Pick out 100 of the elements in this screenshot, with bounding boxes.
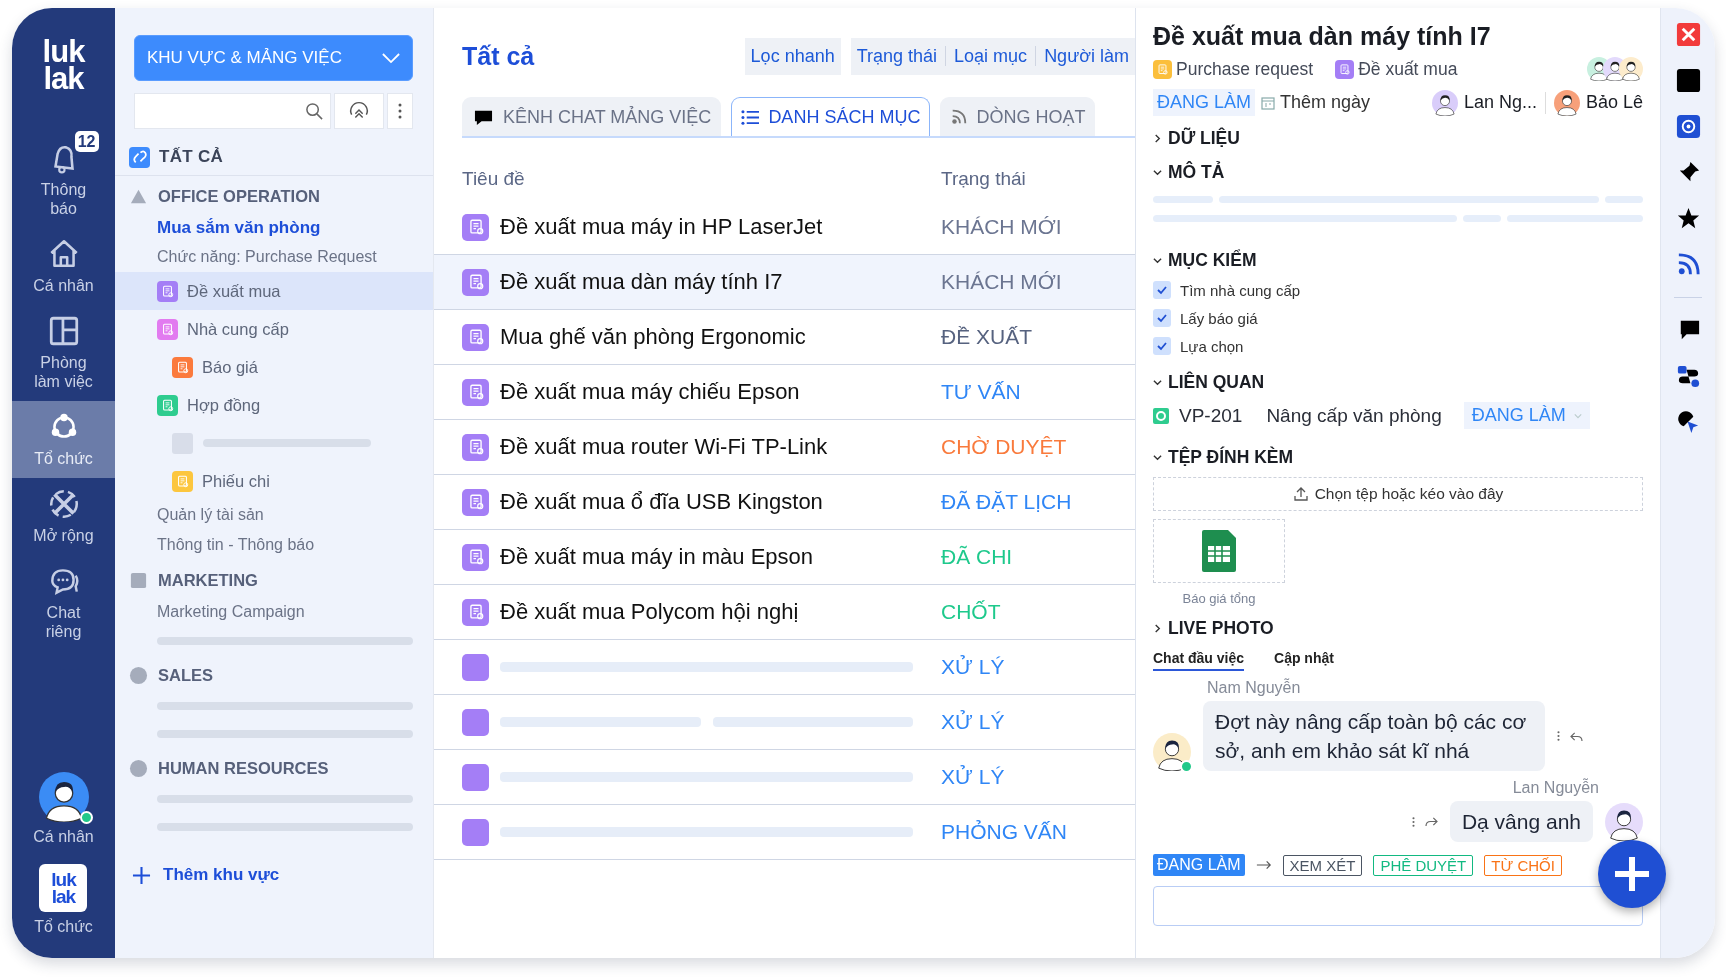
- sidebar-item[interactable]: Nhà cung cấp: [115, 310, 433, 348]
- detail-title: Đề xuất mua dàn máy tính I7: [1153, 22, 1492, 51]
- row-title: Đề xuất mua dàn máy tính I7: [499, 269, 784, 295]
- assignee-chip[interactable]: Bảo Lê: [1553, 89, 1643, 116]
- status-text: CHỜ DUYỆT: [940, 435, 1068, 459]
- spreadsheet-icon: [1202, 530, 1236, 572]
- sidebar-link[interactable]: Thông tin - Thông báo: [115, 530, 413, 560]
- forward-icon[interactable]: [1424, 816, 1438, 827]
- section-header[interactable]: MÔ TẢ: [1153, 160, 1643, 184]
- sidebar-item[interactable]: Phiếu chi: [115, 462, 433, 500]
- checklist-label: Tìm nhà cung cấp: [1180, 281, 1301, 299]
- tab[interactable]: DÒNG HOẠT: [940, 97, 1096, 136]
- chevron-icon: [1153, 623, 1162, 633]
- type-tag[interactable]: Purchase request: [1153, 58, 1314, 80]
- section-header[interactable]: TỆP ĐÍNH KÈM: [1153, 445, 1643, 469]
- filter-option[interactable]: Loại mục: [954, 45, 1028, 67]
- table-row[interactable]: XỬ LÝ: [434, 640, 1135, 695]
- table-row[interactable]: XỬ LÝ: [434, 695, 1135, 750]
- item-name[interactable]: Nâng cấp văn phòng: [1266, 404, 1442, 427]
- calendar-icon: [1261, 95, 1276, 110]
- section-header[interactable]: DỮ LIỆU: [1153, 126, 1643, 150]
- search-icon: [305, 101, 324, 121]
- status-text: TƯ VẤN: [940, 380, 1022, 404]
- sidebar-item[interactable]: Hợp đồng: [115, 386, 433, 424]
- more-icon[interactable]: [1411, 815, 1415, 828]
- status-text: PHỎNG VẤN: [940, 820, 1069, 844]
- type-tag[interactable]: Đề xuất mua: [1335, 58, 1458, 80]
- chevron-icon: [1153, 255, 1162, 265]
- more-icon[interactable]: [1557, 730, 1560, 742]
- group-header[interactable]: HUMAN RESOURCES: [115, 752, 413, 785]
- nav-item[interactable]: Chat riêng: [12, 555, 115, 651]
- assignee-chip[interactable]: Lan Ng...: [1431, 89, 1537, 116]
- status-text: XỬ LÝ: [940, 710, 1006, 734]
- avatar: [1553, 89, 1580, 116]
- tab[interactable]: DANH SÁCH MỤC: [731, 97, 931, 136]
- chat-tab[interactable]: Cập nhật: [1274, 650, 1334, 671]
- message-input[interactable]: [1153, 886, 1643, 926]
- tab[interactable]: KÊNH CHAT MẢNG VIỆC: [462, 97, 722, 136]
- table-row[interactable]: Đề xuất mua máy in màu Epson ĐÃ CHI: [434, 530, 1135, 585]
- row-title: Đề xuất mua Polycom hội nghị: [499, 599, 800, 625]
- project-link[interactable]: Mua sắm văn phòng: [115, 213, 413, 242]
- check-icon: [1156, 312, 1168, 324]
- checkbox[interactable]: [1153, 309, 1171, 327]
- group-header[interactable]: MARKETING: [115, 564, 413, 597]
- status-text: ĐÃ CHI: [940, 545, 1014, 569]
- nav-item[interactable]: 12 Thông báo: [12, 132, 115, 228]
- nav-item[interactable]: Mở rộng: [12, 478, 115, 555]
- all-item[interactable]: TẤT CẢ: [115, 139, 433, 176]
- section-header[interactable]: LIVE PHOTO: [1153, 616, 1643, 640]
- close-icon[interactable]: [1674, 21, 1702, 48]
- table-row[interactable]: XỬ LÝ: [434, 750, 1135, 805]
- nav-item[interactable]: Cá nhân: [12, 228, 115, 305]
- date-button[interactable]: Thêm ngày: [1261, 92, 1371, 113]
- table-row[interactable]: Đề xuất mua Polycom hội nghị CHỐT: [434, 585, 1135, 640]
- table-row[interactable]: PHỎNG VẤN: [434, 805, 1135, 860]
- upload-area[interactable]: Chọn tệp hoặc kéo vào đây: [1153, 477, 1643, 511]
- chevron-icon: [1153, 167, 1162, 177]
- avatar: [1431, 89, 1458, 116]
- row-title: Đề xuất mua ổ đĩa USB Kingston: [499, 489, 824, 515]
- row-title: Mua ghế văn phòng Ergonomic: [499, 324, 807, 350]
- checkbox[interactable]: [1153, 337, 1171, 355]
- organization-item[interactable]: luk lak Tổ chức: [34, 864, 93, 936]
- sidebar-link[interactable]: Marketing Campaign: [115, 597, 413, 627]
- chat-tab[interactable]: Chat đầu việc: [1153, 650, 1245, 671]
- column-header: Trạng thái: [941, 168, 1027, 190]
- check-icon: [1156, 284, 1168, 296]
- table-row[interactable]: Đề xuất mua router Wi-Fi TP-Link CHỜ DUYỆT: [434, 420, 1135, 475]
- item-code[interactable]: VP-201: [1179, 404, 1243, 427]
- filter-option[interactable]: Trạng thái: [856, 45, 938, 67]
- document-icon: [462, 323, 489, 351]
- section-header[interactable]: LIÊN QUAN: [1153, 370, 1643, 394]
- table-row[interactable]: Đề xuất mua dàn máy tính I7 KHÁCH MỚI: [434, 255, 1135, 310]
- circle-icon: [129, 666, 148, 685]
- group-header[interactable]: SALES: [115, 659, 413, 692]
- table-row[interactable]: Mua ghế văn phòng Ergonomic ĐỀ XUẤT: [434, 310, 1135, 365]
- group-header[interactable]: OFFICE OPERATION: [115, 180, 413, 213]
- sidebar-item[interactable]: Đề xuất mua: [115, 272, 433, 310]
- table-row[interactable]: Đề xuất mua máy chiếu Epson TƯ VẤN: [434, 365, 1135, 420]
- triangle-icon: [129, 187, 148, 206]
- section-header[interactable]: MỤC KIỂM: [1153, 248, 1643, 272]
- file-thumbnail[interactable]: [1153, 519, 1285, 583]
- sidebar-link[interactable]: Quản lý tài sản: [115, 500, 413, 530]
- add-area-link[interactable]: Thêm khu vực: [132, 865, 413, 885]
- row-title: Đề xuất mua máy chiếu Epson: [499, 379, 801, 405]
- quick-filter[interactable]: Lọc nhanh: [744, 37, 841, 75]
- skeleton-bar: [1463, 215, 1501, 222]
- checkbox[interactable]: [1153, 281, 1171, 299]
- filter-option[interactable]: Người làm: [1044, 45, 1129, 67]
- nav-item[interactable]: Tổ chức: [12, 401, 115, 478]
- status-text: ĐỀ XUẤT: [940, 325, 1033, 349]
- transition-button[interactable]: XEM XÉT: [1282, 854, 1363, 876]
- table-row[interactable]: Đề xuất mua ổ đĩa USB Kingston ĐÃ ĐẶT LỊCH: [434, 475, 1135, 530]
- search-field[interactable]: [134, 93, 331, 129]
- collapse-button[interactable]: [334, 93, 384, 129]
- nav-item[interactable]: Phòng làm việc: [12, 305, 115, 401]
- gear-icon[interactable]: [1674, 113, 1702, 140]
- sidebar-item[interactable]: Báo giá: [115, 348, 433, 386]
- reply-icon[interactable]: [1570, 730, 1583, 742]
- avatar: [38, 772, 89, 822]
- profile-item[interactable]: Cá nhân: [33, 772, 94, 846]
